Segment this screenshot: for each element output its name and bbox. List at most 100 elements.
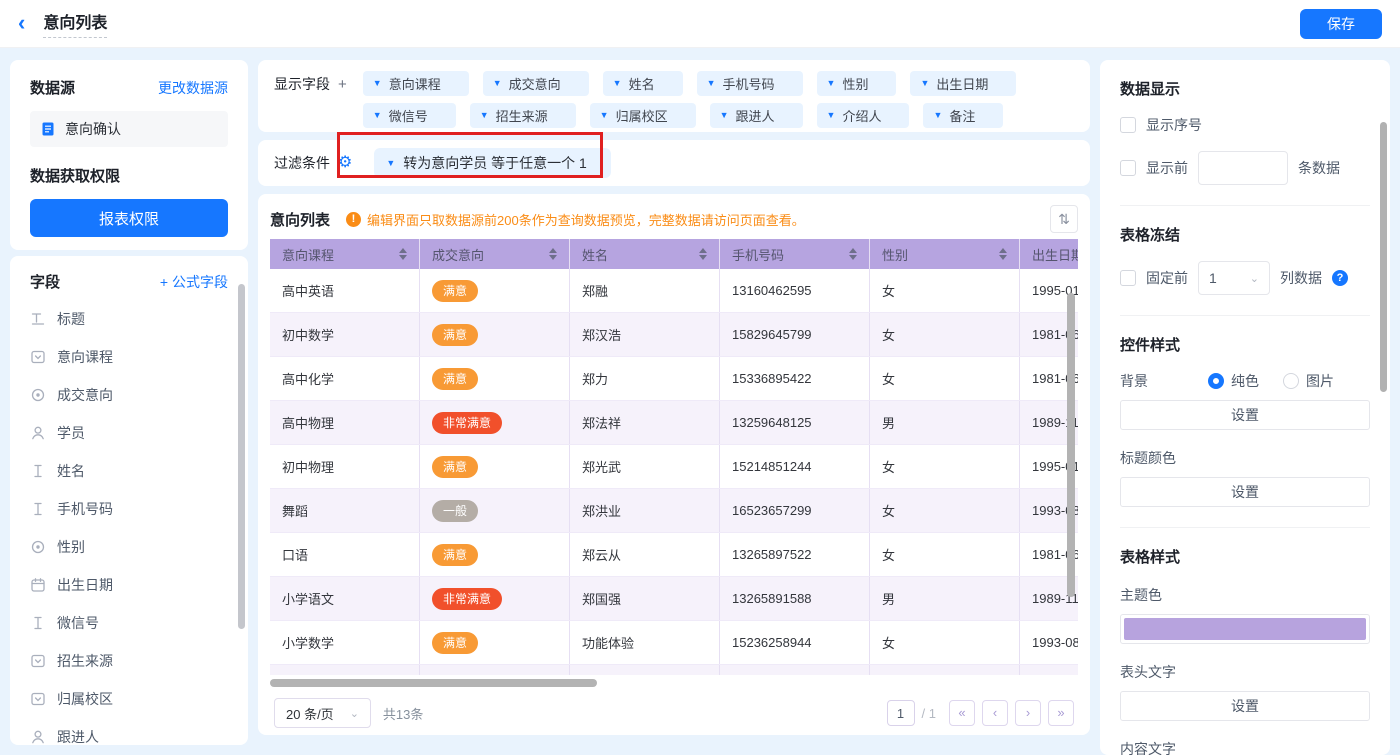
text-icon	[30, 463, 46, 479]
help-icon[interactable]: ?	[1332, 270, 1348, 286]
display-field-chip[interactable]: ▼ 招生来源	[470, 103, 576, 128]
first-page-button[interactable]: «	[949, 700, 975, 726]
header-text-setting-button[interactable]: 设置	[1120, 691, 1370, 721]
display-field-chip[interactable]: ▼备注	[923, 103, 1003, 128]
field-list-item[interactable]: 归属校区	[30, 680, 248, 718]
satisfaction-badge: 一般	[432, 500, 478, 522]
display-field-chip[interactable]: ▼微信号	[363, 103, 456, 128]
title-color-setting-button[interactable]: 设置	[1120, 477, 1370, 507]
column-header: 手机号码	[720, 239, 870, 269]
person-icon	[30, 425, 46, 441]
chevron-down-icon: ▼	[827, 79, 836, 88]
freeze-count-select[interactable]: 1 ⌄	[1198, 261, 1270, 295]
cell-course: 初中数学	[270, 313, 420, 356]
page-size-select[interactable]: 20 条/页 ⌄	[274, 698, 371, 728]
report-permission-button[interactable]: 报表权限	[30, 199, 228, 237]
chevron-down-icon: ▼	[480, 111, 489, 120]
column-sort-icon[interactable]	[849, 248, 857, 260]
show-first-count-input[interactable]	[1198, 151, 1288, 185]
cell-intent: 满意	[420, 445, 570, 488]
chip-label: 意向课程	[389, 74, 441, 93]
display-field-chip[interactable]: ▼性别	[817, 71, 897, 96]
total-pages: / 1	[922, 706, 936, 721]
text-icon	[30, 501, 46, 517]
gear-icon[interactable]: ⚙	[338, 155, 352, 171]
cell-phone: 15336895422	[720, 357, 870, 400]
chevron-down-icon: ⌄	[1250, 272, 1259, 285]
display-field-chip[interactable]: ▼归属校区	[590, 103, 696, 128]
fields-scrollbar[interactable]	[238, 284, 245, 629]
field-label: 学员	[57, 423, 85, 443]
column-label: 意向课程	[282, 245, 334, 264]
field-list-item[interactable]: 招生来源	[30, 642, 248, 680]
add-display-field-button[interactable]: +	[338, 76, 347, 93]
page-number-input[interactable]: 1	[887, 700, 915, 726]
column-label: 姓名	[582, 245, 608, 264]
field-list-item[interactable]: 性别	[30, 528, 248, 566]
cell-name: 郑国强	[570, 577, 720, 620]
table-horizontal-scrollbar[interactable]	[270, 679, 597, 687]
theme-color-label: 主题色	[1120, 585, 1370, 605]
next-page-button[interactable]: ›	[1015, 700, 1041, 726]
field-list-item[interactable]: 跟进人	[30, 718, 248, 745]
cell-course: 小学语文	[270, 577, 420, 620]
field-list-item[interactable]: 标题	[30, 300, 248, 338]
display-field-chip[interactable]: ▼姓名	[603, 71, 683, 96]
table-header-row: 意向课程成交意向姓名手机号码性别出生日期	[270, 239, 1078, 269]
last-page-button[interactable]: »	[1048, 700, 1074, 726]
change-datasource-link[interactable]: 更改数据源	[158, 78, 228, 98]
settings-panel: 数据显示 显示序号 显示前 条数据 表格冻结 固定前 1 ⌄ 列数据 ? 控件样…	[1100, 60, 1390, 755]
add-formula-field-link[interactable]: + 公式字段	[160, 272, 228, 292]
display-field-chip[interactable]: ▼意向课程	[363, 71, 469, 96]
display-field-chip[interactable]: ▼手机号码	[697, 71, 803, 96]
sort-order-button[interactable]: ⇅	[1050, 205, 1078, 233]
column-sort-icon[interactable]	[549, 248, 557, 260]
display-field-chip[interactable]: ▼出生日期	[910, 71, 1016, 96]
freeze-prefix: 固定前	[1146, 268, 1188, 288]
sort-desc-icon	[699, 255, 707, 260]
field-list-item[interactable]: 出生日期	[30, 566, 248, 604]
warning-icon: !	[346, 212, 361, 227]
datasource-item[interactable]: 意向确认	[30, 111, 228, 147]
filter-condition-chip[interactable]: ▼ 转为意向学员 等于任意一个 1	[374, 148, 611, 178]
field-list-item[interactable]: 意向课程	[30, 338, 248, 376]
display-field-chip[interactable]: ▼成交意向	[483, 71, 589, 96]
background-setting-button[interactable]: 设置	[1120, 400, 1370, 430]
table-vertical-scrollbar[interactable]	[1067, 293, 1075, 597]
show-first-checkbox[interactable]	[1120, 160, 1136, 176]
page-title: 意向列表	[43, 9, 107, 38]
freeze-checkbox[interactable]	[1120, 270, 1136, 286]
field-list-item[interactable]: 手机号码	[30, 490, 248, 528]
field-list-item[interactable]: 微信号	[30, 604, 248, 642]
bg-solid-radio[interactable]	[1208, 373, 1224, 389]
show-index-checkbox[interactable]	[1120, 117, 1136, 133]
cell-name: 郑汉浩	[570, 313, 720, 356]
column-sort-icon[interactable]	[699, 248, 707, 260]
back-icon[interactable]: ‹	[18, 12, 25, 34]
field-label: 姓名	[57, 461, 85, 481]
cell-name: 郑洪业	[570, 489, 720, 532]
display-field-chip[interactable]: ▼介绍人	[817, 103, 910, 128]
datasource-panel: 数据源 更改数据源 意向确认 数据获取权限 报表权限	[10, 60, 248, 250]
divider	[1120, 315, 1370, 316]
cell-gender: 女	[870, 313, 1020, 356]
chevron-down-icon: ▼	[920, 79, 929, 88]
settings-scrollbar[interactable]	[1380, 122, 1387, 392]
prev-page-button[interactable]: ‹	[982, 700, 1008, 726]
column-sort-icon[interactable]	[999, 248, 1007, 260]
cell-intent: 满意	[420, 533, 570, 576]
display-field-chip[interactable]: ▼跟进人	[710, 103, 803, 128]
bg-image-radio[interactable]	[1283, 373, 1299, 389]
cell-birth: 1993-08	[1020, 621, 1078, 664]
theme-color-picker[interactable]	[1120, 614, 1370, 644]
chip-label: 招生来源	[496, 106, 548, 125]
field-list-item[interactable]: 姓名	[30, 452, 248, 490]
field-list-item[interactable]: 成交意向	[30, 376, 248, 414]
cell-gender: 男	[870, 401, 1020, 444]
cell-gender: 女	[870, 445, 1020, 488]
save-button[interactable]: 保存	[1300, 9, 1382, 39]
field-list-item[interactable]: 学员	[30, 414, 248, 452]
bg-solid-label: 纯色	[1231, 371, 1259, 391]
column-sort-icon[interactable]	[399, 248, 407, 260]
total-count: 共13条	[383, 704, 423, 723]
